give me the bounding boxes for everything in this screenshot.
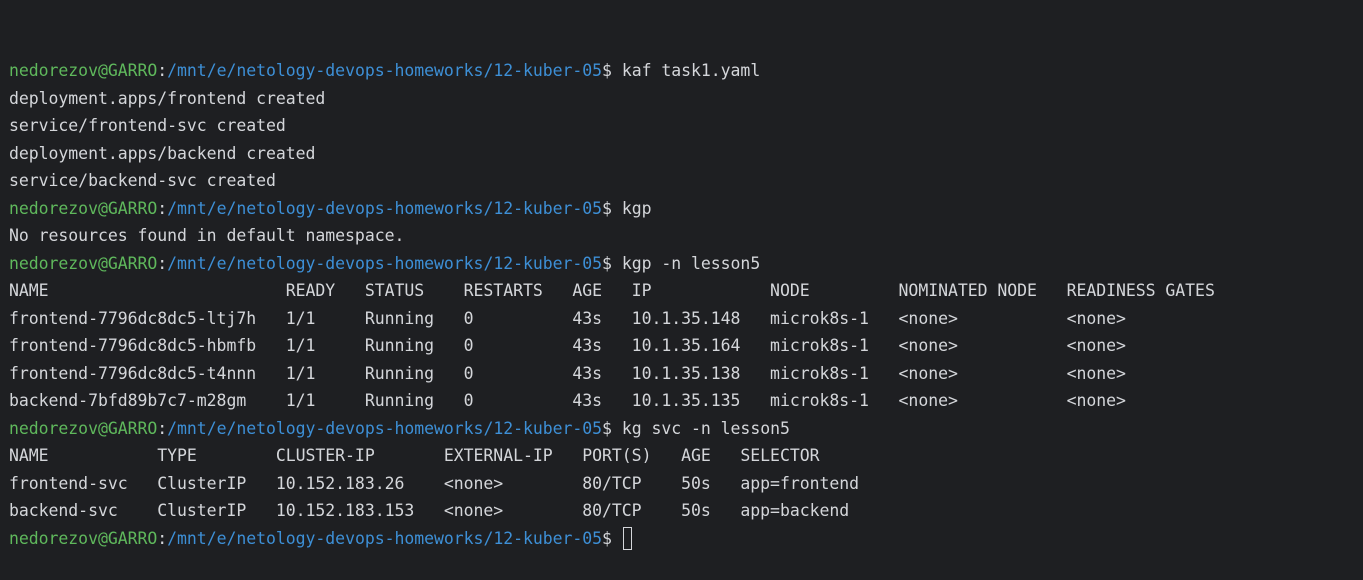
prompt-separator: : — [157, 198, 168, 218]
text-cursor[interactable] — [622, 526, 632, 550]
prompt-symbol: $ — [602, 418, 612, 438]
output-text: service/frontend-svc created — [9, 116, 286, 135]
output-line: frontend-svc ClusterIP 10.152.183.26 <no… — [9, 470, 1215, 498]
prompt-path: /mnt/e/netology-devops-homeworks/12-kube… — [167, 61, 603, 80]
prompt-path: /mnt/e/netology-devops-homeworks/12-kube… — [167, 418, 603, 438]
output-text: service/backend-svc created — [9, 171, 276, 190]
output-text: deployment.apps/frontend created — [9, 88, 326, 108]
output-line: service/frontend-svc created — [9, 112, 1215, 140]
prompt-line: nedorezov@GARRO:/mnt/e/netology-devops-h… — [9, 525, 1215, 553]
prompt-symbol: $ — [602, 198, 612, 218]
output-line: deployment.apps/backend created — [9, 140, 1215, 168]
output-text: backend-7bfd89b7c7-m28gm 1/1 Running 0 4… — [9, 391, 1126, 410]
terminal-window[interactable]: nedorezov@GARRO:/mnt/e/netology-devops-h… — [9, 2, 1215, 580]
prompt-separator: : — [157, 253, 168, 273]
prompt-symbol: $ — [602, 253, 612, 273]
prompt-path: /mnt/e/netology-devops-homeworks/12-kube… — [167, 528, 603, 548]
prompt-line: nedorezov@GARRO:/mnt/e/netology-devops-h… — [9, 195, 1215, 223]
output-text: frontend-7796dc8dc5-t4nnn 1/1 Running 0 … — [9, 363, 1126, 383]
command-text: kaf task1.yaml — [621, 61, 761, 80]
output-text: NAME READY STATUS RESTARTS AGE IP NODE N… — [9, 281, 1215, 300]
prompt-separator: : — [157, 528, 168, 548]
output-text: deployment.apps/backend created — [9, 143, 316, 163]
prompt-path: /mnt/e/netology-devops-homeworks/12-kube… — [167, 198, 603, 218]
prompt-symbol: $ — [602, 528, 612, 548]
output-line: No resources found in default namespace. — [9, 222, 1215, 250]
prompt-symbol: $ — [602, 61, 612, 80]
output-line: frontend-7796dc8dc5-ltj7h 1/1 Running 0 … — [9, 305, 1215, 333]
output-text: frontend-7796dc8dc5-ltj7h 1/1 Running 0 … — [9, 308, 1126, 328]
prompt-user: nedorezov@GARRO — [9, 528, 158, 548]
prompt-user: nedorezov@GARRO — [9, 418, 158, 438]
command-text: kgp — [621, 198, 652, 218]
output-line: service/backend-svc created — [9, 167, 1215, 195]
prompt-separator: : — [157, 418, 168, 438]
output-line: backend-7bfd89b7c7-m28gm 1/1 Running 0 4… — [9, 387, 1215, 415]
output-text: frontend-svc ClusterIP 10.152.183.26 <no… — [9, 473, 860, 493]
output-line: frontend-7796dc8dc5-hbmfb 1/1 Running 0 … — [9, 332, 1215, 360]
prompt-user: nedorezov@GARRO — [9, 253, 158, 273]
output-text: frontend-7796dc8dc5-hbmfb 1/1 Running 0 … — [9, 336, 1126, 355]
prompt-line: nedorezov@GARRO:/mnt/e/netology-devops-h… — [9, 415, 1215, 443]
output-text: No resources found in default namespace. — [9, 226, 405, 245]
output-text: backend-svc ClusterIP 10.152.183.153 <no… — [9, 501, 850, 520]
output-line: backend-svc ClusterIP 10.152.183.153 <no… — [9, 497, 1215, 525]
command-text: kgp -n lesson5 — [621, 253, 761, 273]
output-line: deployment.apps/frontend created — [9, 85, 1215, 113]
output-line: NAME READY STATUS RESTARTS AGE IP NODE N… — [9, 277, 1215, 305]
terminal-output: nedorezov@GARRO:/mnt/e/netology-devops-h… — [9, 57, 1215, 552]
prompt-path: /mnt/e/netology-devops-homeworks/12-kube… — [167, 253, 603, 273]
prompt-user: nedorezov@GARRO — [9, 198, 158, 218]
output-line: frontend-7796dc8dc5-t4nnn 1/1 Running 0 … — [9, 360, 1215, 388]
prompt-user: nedorezov@GARRO — [9, 61, 158, 80]
prompt-line: nedorezov@GARRO:/mnt/e/netology-devops-h… — [9, 57, 1215, 85]
prompt-separator: : — [157, 61, 168, 80]
output-line: NAME TYPE CLUSTER-IP EXTERNAL-IP PORT(S)… — [9, 442, 1215, 470]
output-text: NAME TYPE CLUSTER-IP EXTERNAL-IP PORT(S)… — [9, 446, 820, 465]
command-text: kg svc -n lesson5 — [621, 418, 790, 438]
prompt-line: nedorezov@GARRO:/mnt/e/netology-devops-h… — [9, 250, 1215, 278]
